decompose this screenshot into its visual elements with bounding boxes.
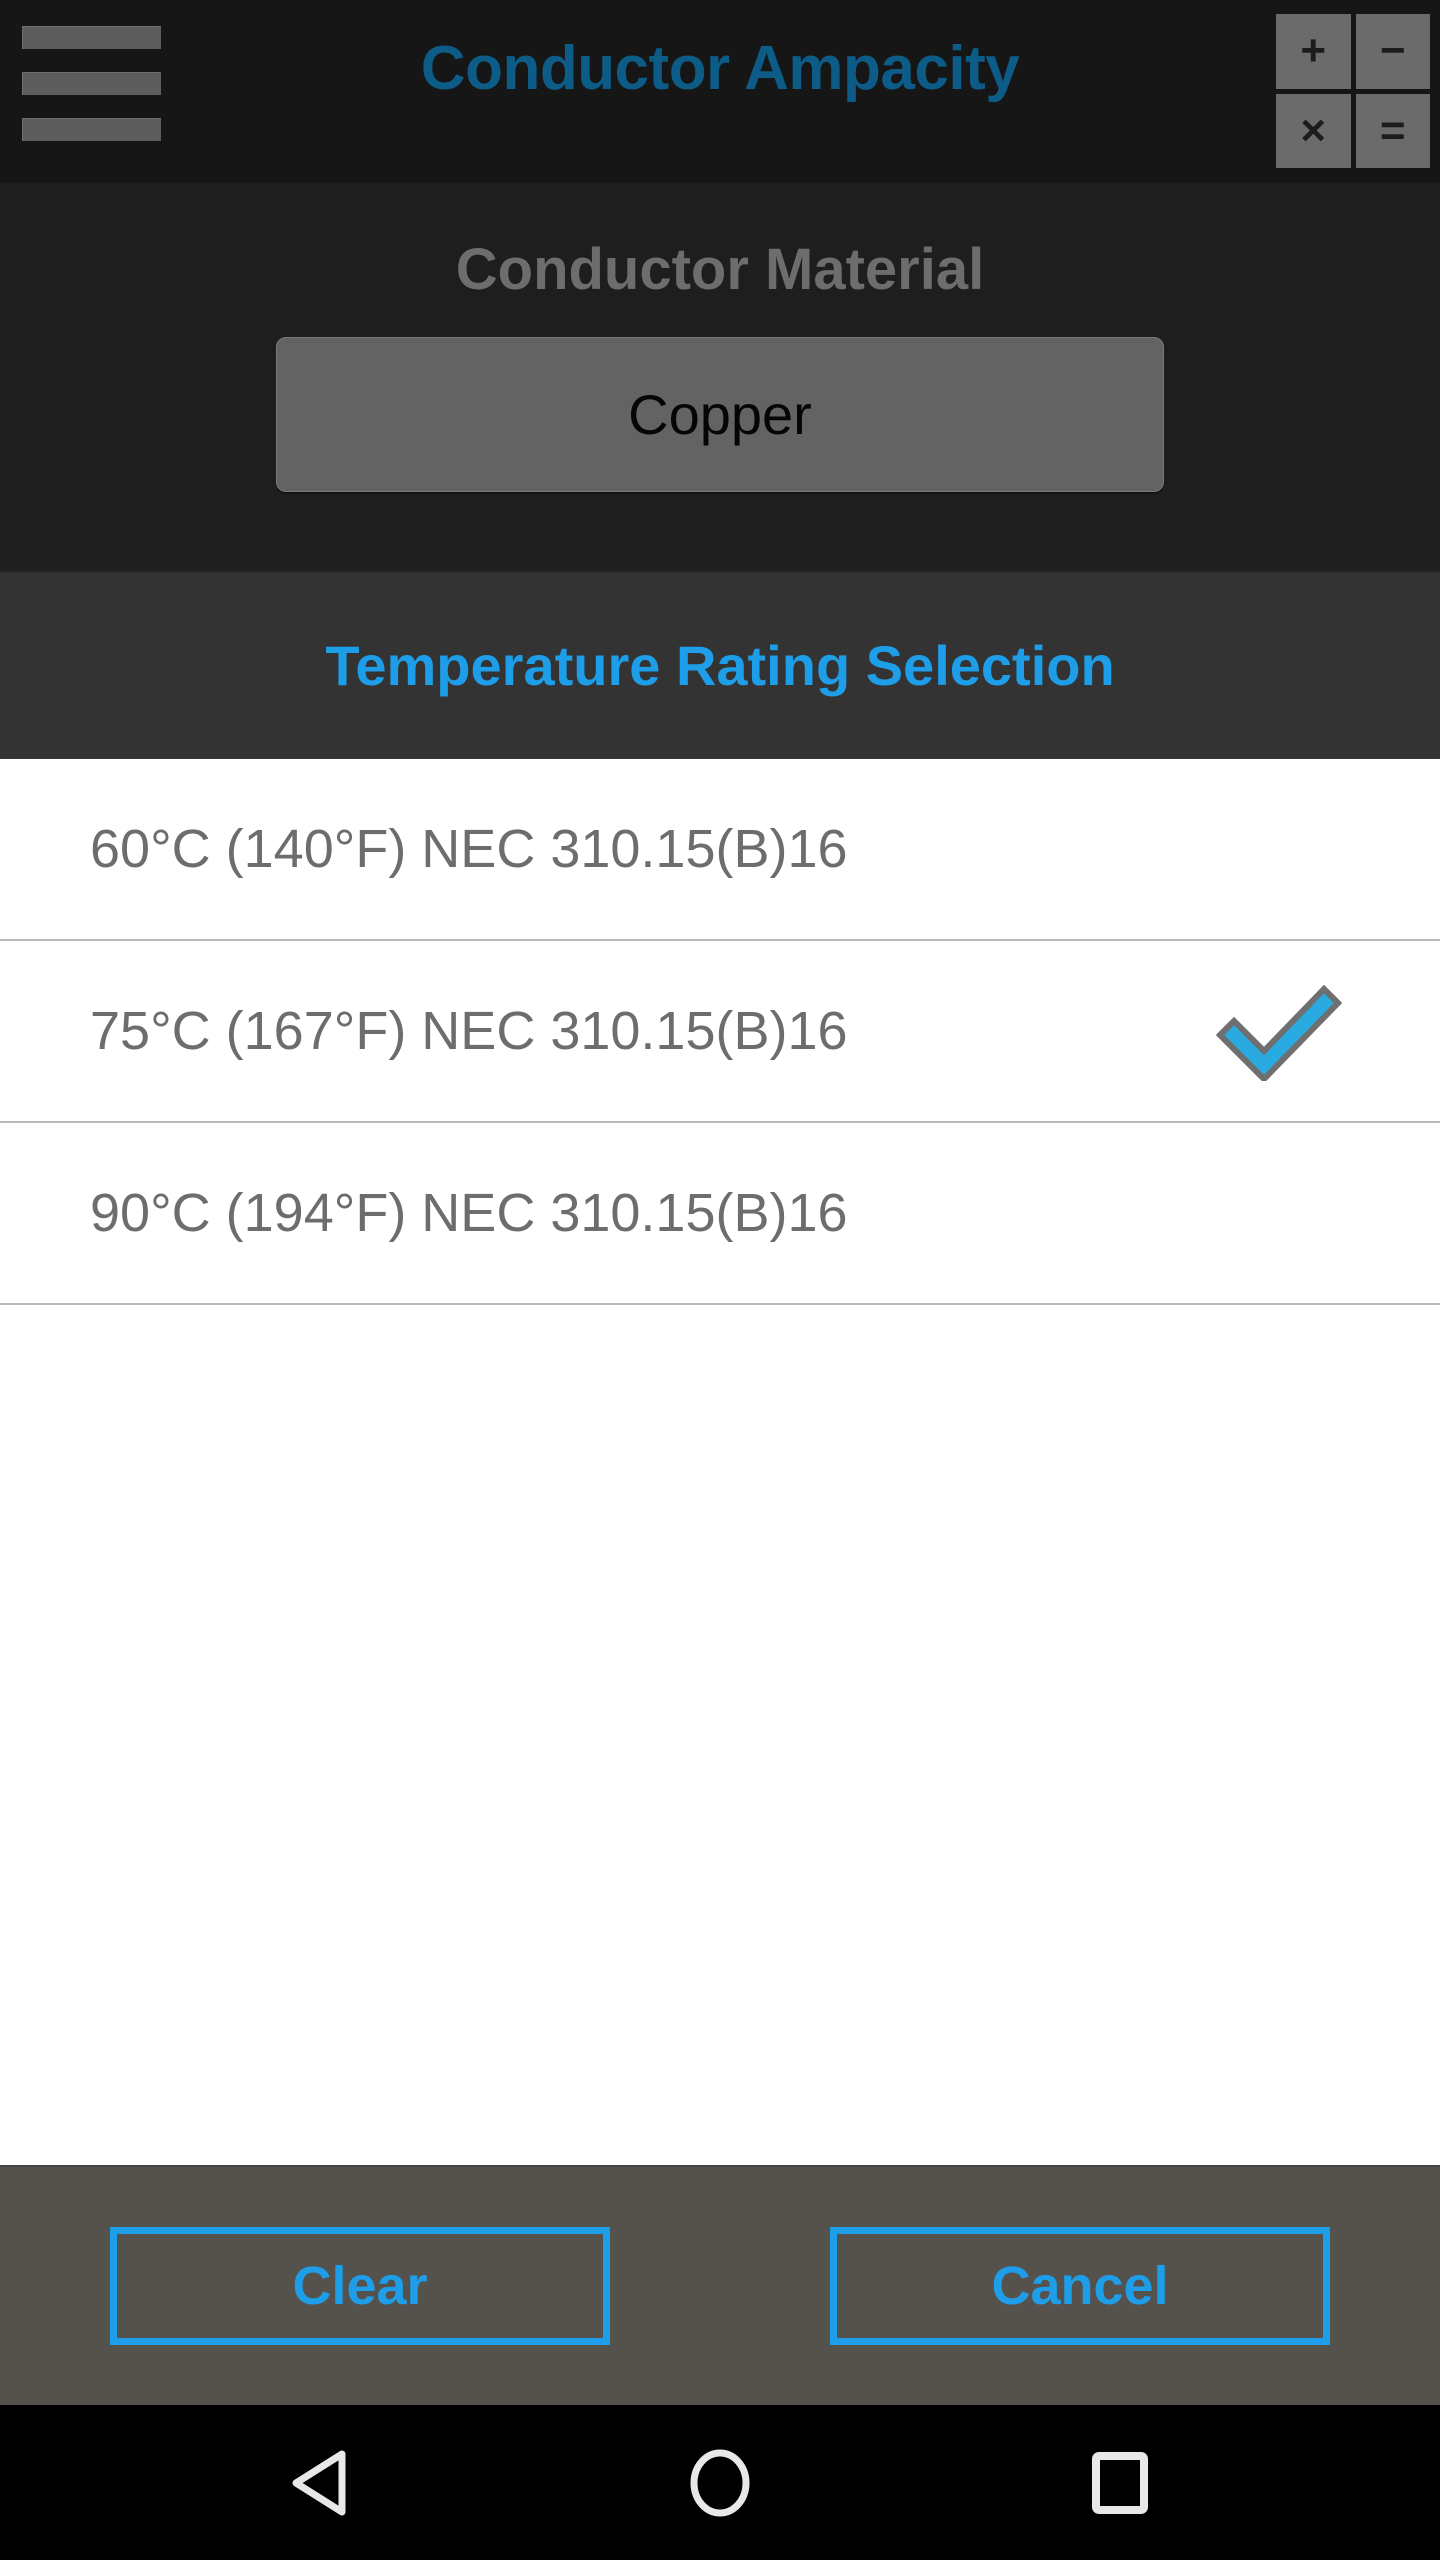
conductor-material-label: Conductor Material bbox=[455, 237, 985, 302]
list-item[interactable]: 75°C (167°F) NEC 310.15(B)16 bbox=[0, 941, 1440, 1123]
android-navigation-bar bbox=[0, 2405, 1440, 2560]
list-item-label: 90°C (194°F) NEC 310.15(B)16 bbox=[90, 1183, 848, 1243]
check-icon bbox=[1214, 981, 1343, 1084]
back-triangle-icon[interactable] bbox=[235, 2428, 405, 2538]
calculator-key-multiply: × bbox=[1276, 93, 1351, 168]
recents-square-icon[interactable] bbox=[1035, 2428, 1205, 2538]
list-item-label: 75°C (167°F) NEC 310.15(B)16 bbox=[90, 1001, 848, 1061]
calculator-key-minus: − bbox=[1355, 14, 1430, 89]
list-item[interactable]: 90°C (194°F) NEC 310.15(B)16 bbox=[0, 1123, 1440, 1305]
list-item-label: 60°C (140°F) NEC 310.15(B)16 bbox=[90, 819, 848, 879]
calculator-icon[interactable]: + − × = bbox=[1276, 14, 1430, 168]
temperature-rating-section-header: Temperature Rating Selection bbox=[0, 571, 1440, 759]
temperature-rating-list: 60°C (140°F) NEC 310.15(B)16 75°C (167°F… bbox=[0, 759, 1440, 2165]
calculator-key-equals: = bbox=[1355, 93, 1430, 168]
page-title: Conductor Ampacity bbox=[420, 34, 1020, 103]
app-bar: Conductor Ampacity + − × = bbox=[0, 0, 1440, 183]
app-screen: Conductor Ampacity + − × = Conductor Mat… bbox=[0, 0, 1440, 2560]
list-item[interactable]: 60°C (140°F) NEC 310.15(B)16 bbox=[0, 759, 1440, 941]
cancel-button[interactable]: Cancel bbox=[830, 2227, 1330, 2345]
clear-button[interactable]: Clear bbox=[110, 2227, 610, 2345]
conductor-material-select[interactable]: Copper bbox=[276, 337, 1164, 492]
home-circle-icon[interactable] bbox=[635, 2428, 805, 2538]
footer-actions: Clear Cancel bbox=[0, 2165, 1440, 2405]
calculator-key-plus: + bbox=[1276, 14, 1351, 89]
conductor-material-section: Conductor Material Copper bbox=[0, 183, 1440, 571]
section-header-label: Temperature Rating Selection bbox=[325, 634, 1115, 697]
hamburger-bar-3 bbox=[22, 118, 161, 141]
